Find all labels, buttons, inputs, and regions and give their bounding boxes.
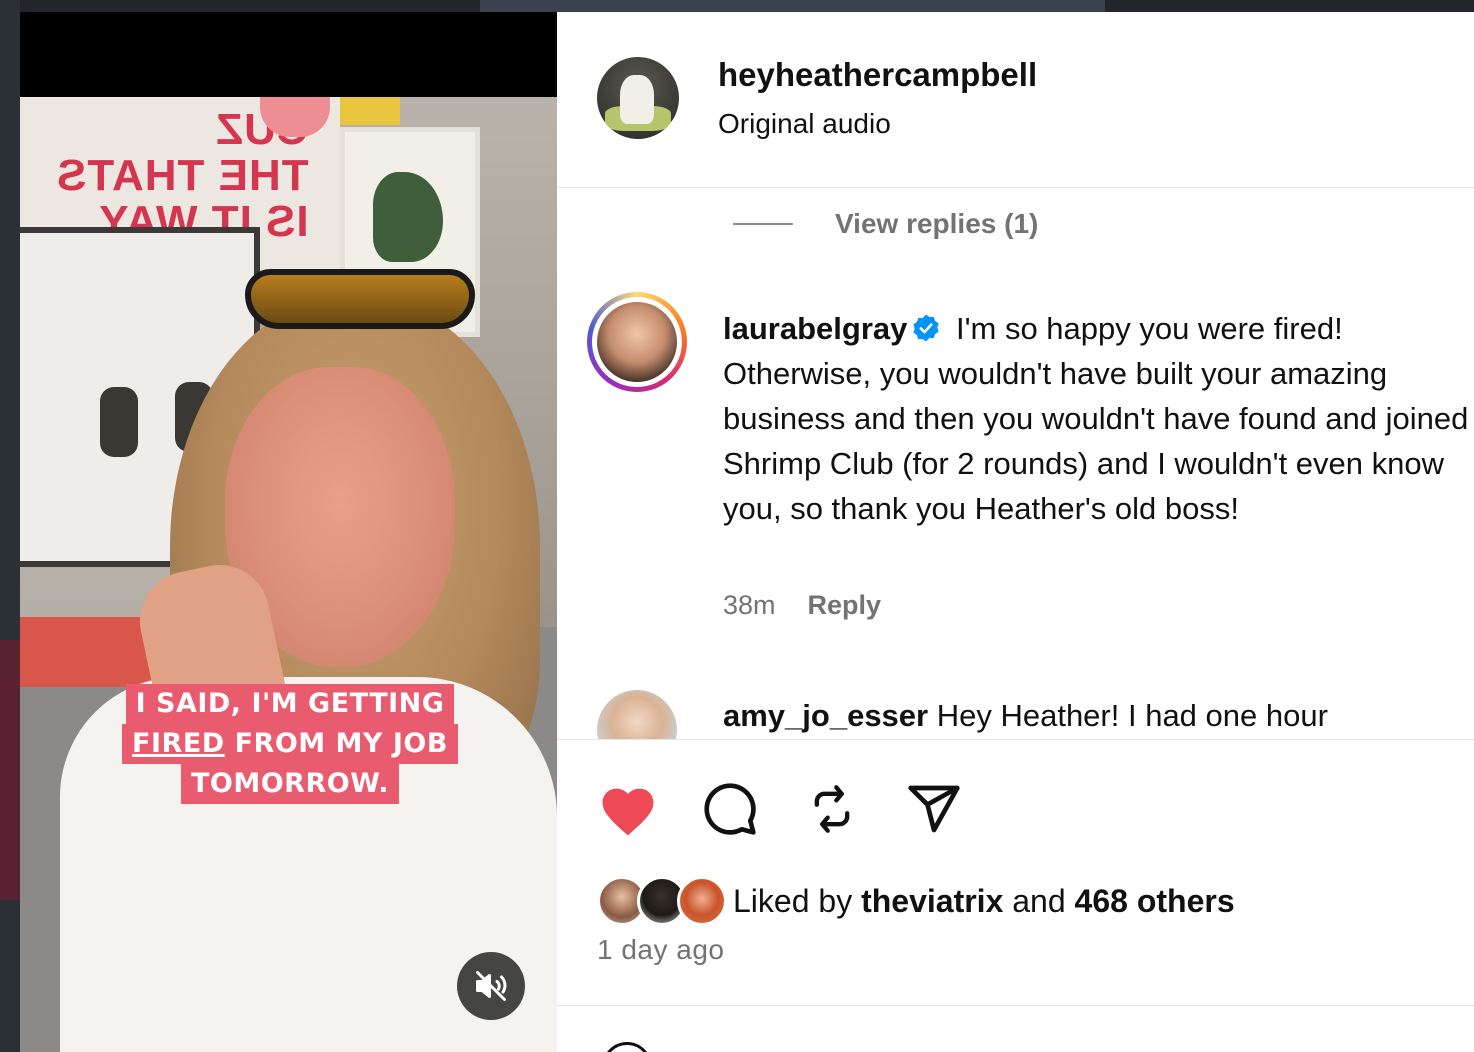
view-replies-label: View replies (1) [835, 208, 1039, 239]
author-username[interactable]: heyheathercampbell [718, 56, 1037, 94]
background-left-edge [0, 0, 20, 1052]
video-couch-pillow [20, 617, 160, 687]
caption-line-2: FIRED FROM MY JOB [122, 724, 458, 764]
view-replies-button[interactable]: View replies (1) [733, 202, 1038, 246]
author-avatar[interactable] [597, 57, 679, 139]
commenter-avatar[interactable] [597, 690, 677, 740]
caption-fired-word: FIRED [132, 728, 225, 759]
liker-avatar[interactable] [677, 876, 727, 926]
video-sunglasses [245, 269, 475, 329]
comment-body: Hey Heather! I had one hour [928, 698, 1328, 733]
background-red-block [0, 640, 20, 900]
commenter-username[interactable]: laurabelgray [723, 311, 907, 346]
replies-dash [733, 223, 793, 225]
repost-button[interactable] [801, 778, 863, 840]
likes-and: and [1003, 882, 1075, 919]
comment-text: laurabelgray I'm so happy you were fired… [723, 306, 1473, 531]
likes-prefix: Liked by [733, 882, 862, 919]
video-yellow-art [340, 97, 400, 125]
post-details-panel: heyheathercampbell Original audio View r… [557, 12, 1474, 1052]
mute-toggle-button[interactable] [457, 952, 525, 1020]
background-strip [480, 0, 1105, 12]
reply-button[interactable]: Reply [808, 590, 882, 621]
comment-input-divider [557, 1005, 1474, 1006]
repost-icon [814, 785, 850, 833]
video-caption: I SAID, I'M GETTING FIRED FROM MY JOB TO… [100, 684, 480, 804]
likes-summary: Liked by theviatrix and 468 others [597, 876, 1235, 926]
emoji-icon[interactable] [602, 1042, 652, 1052]
comment-icon [704, 783, 756, 835]
comment-button[interactable] [699, 778, 761, 840]
muted-speaker-icon [476, 971, 507, 1001]
action-icons [597, 778, 965, 840]
comment: amy_jo_esser Hey Heather! I had one hour [597, 690, 1474, 740]
post-actions: Liked by theviatrix and 468 others 1 day… [557, 739, 1474, 1039]
likes-text: Liked by theviatrix and 468 others [733, 883, 1235, 920]
commenter-avatar-story-ring[interactable] [587, 292, 687, 392]
video-frame: CUZ THE THATS IS IT WAY [20, 97, 557, 1052]
audio-link[interactable]: Original audio [718, 108, 891, 140]
liker-avatars [597, 876, 729, 926]
caption-line-1: I SAID, I'M GETTING [125, 684, 455, 724]
share-icon [908, 785, 960, 833]
heart-icon [602, 788, 654, 836]
caption-line-2-rest: FROM MY JOB [224, 728, 448, 759]
post-timestamp[interactable]: 1 day ago [597, 934, 725, 966]
reel-video-player[interactable]: CUZ THE THATS IS IT WAY I SAID, I'M GETT… [20, 12, 557, 1052]
video-grenade [100, 387, 138, 457]
verified-badge-icon [913, 314, 939, 342]
likes-count-link[interactable]: 468 others [1075, 883, 1235, 919]
like-button[interactable] [597, 778, 659, 840]
comment-timestamp: 38m [723, 590, 776, 620]
video-map-land [373, 172, 443, 262]
caption-line-3: TOMORROW. [180, 764, 400, 804]
comment-text: amy_jo_esser Hey Heather! I had one hour [723, 698, 1328, 734]
post-header: heyheathercampbell Original audio [557, 12, 1474, 188]
share-button[interactable] [903, 778, 965, 840]
liker-username[interactable]: theviatrix [861, 883, 1003, 919]
commenter-username[interactable]: amy_jo_esser [723, 698, 928, 733]
comment-meta: 38m Reply [723, 590, 881, 621]
commenter-avatar [597, 302, 677, 382]
avatar-figure [619, 75, 655, 125]
